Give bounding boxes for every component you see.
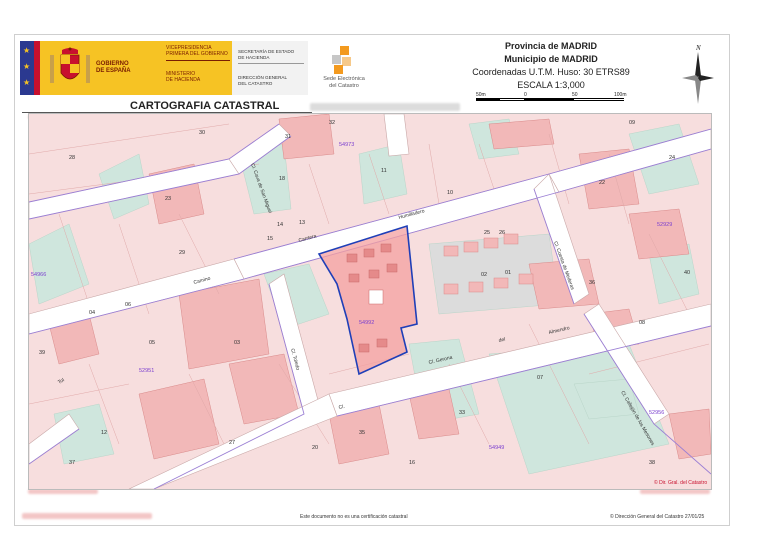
polygon-label: 52951 xyxy=(139,368,154,374)
cartografia-title: CARTOGRAFIA CATASTRAL xyxy=(130,100,280,112)
parcel-number: 36 xyxy=(589,280,595,286)
parcel-number: 01 xyxy=(505,270,511,276)
parcel-number: 23 xyxy=(165,196,171,202)
secretaria-label: SECRETARÍA DE ESTADO DE HACIENDA xyxy=(238,49,304,64)
parcel-number: 38 xyxy=(649,460,655,466)
parcel-number: 12 xyxy=(101,430,107,436)
eu-flag-icon: ★ ★ ★ xyxy=(20,41,40,95)
parcel-number: 37 xyxy=(69,460,75,466)
parcel-number: 28 xyxy=(69,155,75,161)
parcel-number: 26 xyxy=(499,230,505,236)
redacted-reference xyxy=(310,103,460,111)
parcel-number: 33 xyxy=(459,410,465,416)
footer-note: Este documento no es una certificación c… xyxy=(300,514,408,520)
parcel-number: 20 xyxy=(312,445,318,451)
municipio-label: Municipio de MADRID xyxy=(504,54,598,64)
north-label: N xyxy=(695,44,701,52)
provincia-label: Provincia de MADRID xyxy=(504,41,598,51)
parcel-number: 40 xyxy=(684,270,690,276)
catastro-header: SECRETARÍA DE ESTADO DE HACIENDA DIRECCI… xyxy=(232,41,308,95)
parcel-number: 03 xyxy=(234,340,240,346)
cartografia-title-bar: CARTOGRAFIA CATASTRAL xyxy=(22,99,312,113)
polygon-label: 54973 xyxy=(339,142,354,148)
cadastral-map[interactable]: 54973 52951 54949 54992 52929 52956 5496… xyxy=(28,113,712,490)
parcel-number: 15 xyxy=(267,236,273,242)
parcel-number: 32 xyxy=(329,120,335,126)
polygon-label: 52956 xyxy=(649,410,664,416)
polygon-label: 54966 xyxy=(31,272,46,278)
coat-of-arms-icon xyxy=(50,47,90,83)
compass-rose-icon: N xyxy=(682,44,714,104)
parcel-number: 22 xyxy=(599,180,605,186)
gobierno-header: ★ ★ ★ GOBIERNO DE ESPAÑA VICEPRESIDENCIA… xyxy=(20,41,232,95)
polygon-label: 52929 xyxy=(657,222,672,228)
parcel-number: 35 xyxy=(359,430,365,436)
ministerio-label: MINISTERIO DE HACIENDA xyxy=(166,71,201,83)
parcel-number: 08 xyxy=(639,320,645,326)
sede-electronica-link[interactable]: Sede Electrónica del Catastro xyxy=(316,44,372,94)
escala-label: ESCALA 1:3,000 xyxy=(517,80,585,90)
redacted-footer xyxy=(22,513,152,519)
parcel-number: 18 xyxy=(279,176,285,182)
polygon-label: 54992 xyxy=(359,320,374,326)
sede-label: Sede Electrónica del Catastro xyxy=(323,76,365,89)
parcel-number: 14 xyxy=(277,222,283,228)
parcel-number: 11 xyxy=(381,168,387,174)
parcel-number: 31 xyxy=(285,134,291,140)
parcel-number: 30 xyxy=(199,130,205,136)
vicepresidencia-label: VICEPRESIDENCIA PRIMERA DEL GOBIERNO xyxy=(166,45,230,61)
parcel-number: 07 xyxy=(537,375,543,381)
parcel-number: 10 xyxy=(447,190,453,196)
map-canvas[interactable]: 54973 52951 54949 54992 52929 52956 5496… xyxy=(29,114,711,489)
catastro-copyright-mark: © Dir. Gral. del Catastro xyxy=(654,479,707,486)
coordenadas-label: Coordenadas U.T.M. Huso: 30 ETRS89 xyxy=(472,67,630,77)
parcel-number: 16 xyxy=(409,460,415,466)
parcel-number: 02 xyxy=(481,272,487,278)
parcel-number: 13 xyxy=(299,220,305,226)
parcel-number: 25 xyxy=(484,230,490,236)
gobierno-label: GOBIERNO DE ESPAÑA xyxy=(96,61,131,74)
scale-bar: 50m 0 50 100m xyxy=(476,92,627,108)
footer-copyright: © Dirección General del Catastro 27/01/2… xyxy=(610,514,705,520)
direccion-label: DIRECCIÓN GENERAL DEL CATASTRO xyxy=(238,75,288,86)
parcel-number: 05 xyxy=(149,340,155,346)
parcel-number: 29 xyxy=(179,250,185,256)
parcel-number: 24 xyxy=(669,155,675,161)
parcel-number: 09 xyxy=(629,120,635,126)
parcel-number: 06 xyxy=(125,302,131,308)
parcel-number: 39 xyxy=(39,350,45,356)
parcel-number: 04 xyxy=(89,310,95,316)
parcel-number: 27 xyxy=(229,440,235,446)
polygon-label: 54949 xyxy=(489,445,504,451)
map-info-panel: Provincia de MADRID Municipio de MADRID … xyxy=(462,40,640,92)
